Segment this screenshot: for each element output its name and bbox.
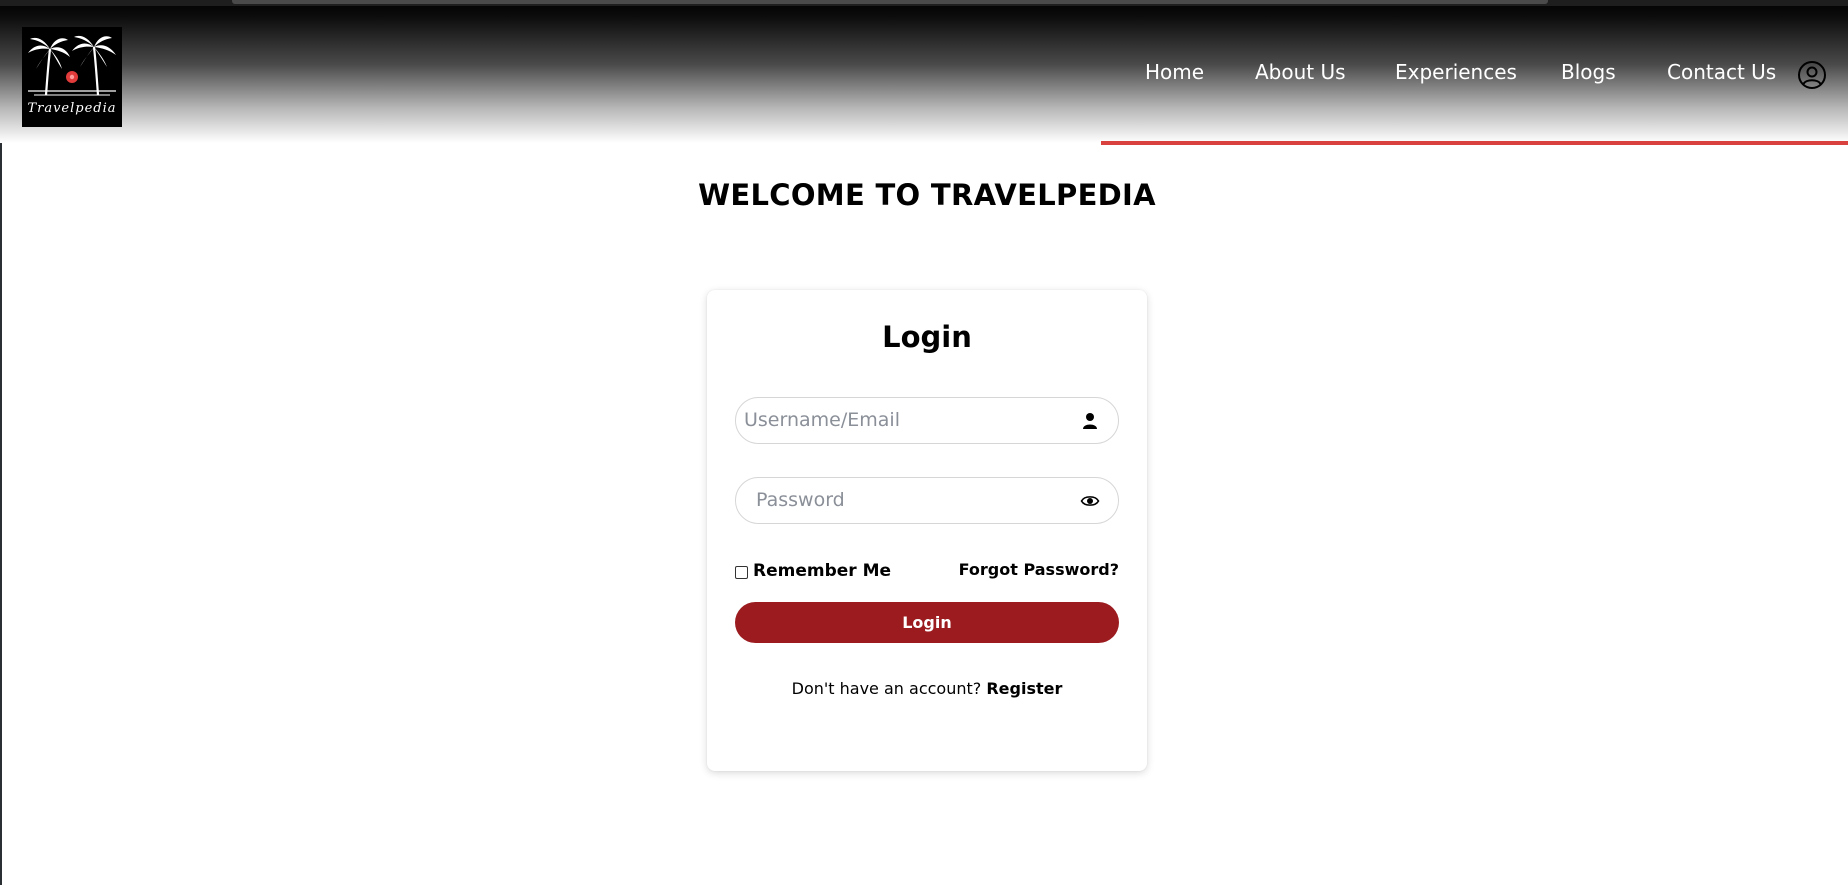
username-input[interactable] — [744, 398, 1074, 442]
register-link[interactable]: Register — [986, 679, 1062, 698]
nav-active-underline — [1101, 141, 1848, 145]
remember-me-checkbox[interactable] — [735, 566, 748, 579]
browser-tab — [232, 0, 1548, 4]
nav-experiences[interactable]: Experiences — [1395, 60, 1517, 84]
nav-blogs[interactable]: Blogs — [1561, 60, 1616, 84]
register-prompt-text: Don't have an account? — [791, 679, 982, 698]
password-input[interactable] — [756, 478, 1086, 522]
register-prompt: Don't have an account? Register — [707, 679, 1147, 698]
user-circle-icon[interactable] — [1797, 60, 1827, 90]
nav-contact-us[interactable]: Contact Us — [1667, 60, 1776, 84]
logo-wordmark: Travelpedia — [27, 101, 117, 116]
login-button[interactable]: Login — [735, 602, 1119, 643]
page-title: WELCOME TO TRAVELPEDIA — [698, 178, 1156, 212]
forgot-password-link[interactable]: Forgot Password? — [959, 560, 1119, 579]
login-title: Login — [882, 320, 972, 354]
person-icon — [1083, 413, 1097, 429]
nav-home[interactable]: Home — [1145, 60, 1204, 84]
top-navbar: Travelpedia Home About Us Experiences Bl… — [0, 0, 1848, 143]
remember-me-label[interactable]: Remember Me — [753, 561, 891, 581]
browser-tab-strip — [0, 0, 1848, 6]
nav-about-us[interactable]: About Us — [1255, 60, 1346, 84]
password-field — [735, 477, 1119, 524]
eye-icon[interactable] — [1080, 491, 1100, 511]
main-nav: Home About Us Experiences Blogs Contact … — [0, 60, 1848, 90]
login-card: Login Remember Me Forgot Password? Login… — [707, 290, 1147, 771]
username-field — [735, 397, 1119, 444]
